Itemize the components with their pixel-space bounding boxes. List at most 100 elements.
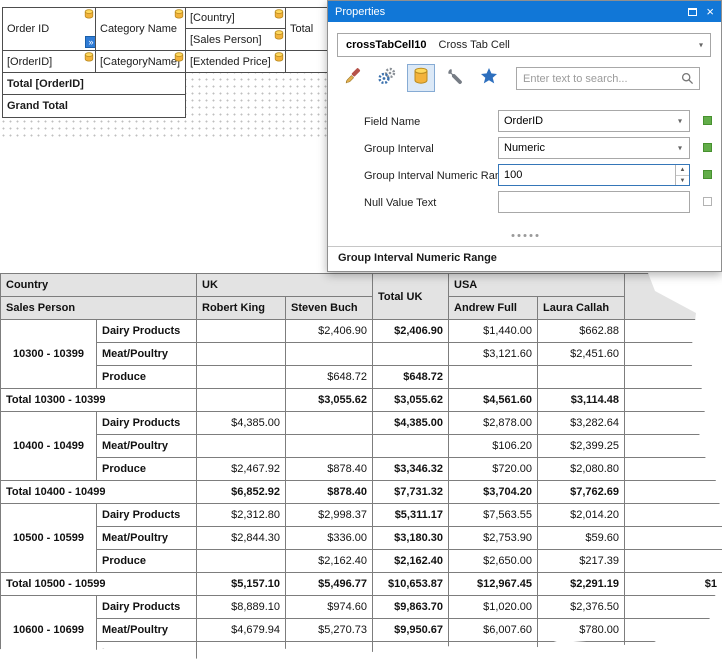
cell-label: [CategoryName] [100,56,180,68]
value-cell [286,412,373,435]
panel-title: Properties [335,6,688,18]
splitter-handle[interactable] [511,234,538,237]
value-cell: $3,055.62 [373,389,449,412]
value-cell: $3,114.48 [538,389,625,412]
restore-icon[interactable] [688,8,697,16]
crosstab-cell-country[interactable]: [Country] [185,7,286,29]
null-value-text-input[interactable] [504,196,684,208]
value-cell: $2,467.92 [197,458,286,481]
table-row: Meat/Poultry $4,679.94 $5,270.73 $9,950.… [1,619,722,642]
value-cell: $3,704.20 [449,481,538,504]
category-cell: Meat/Poultry [97,343,197,366]
value-cell [625,320,722,343]
category-cell: Produce [97,642,197,665]
value-cell [197,389,286,412]
header-country: Country [1,274,197,297]
value-cell [538,366,625,389]
value-cell [625,412,722,435]
value-cell: $648.72 [286,366,373,389]
value-cell [373,435,449,458]
value-cell: $59.60 [538,527,625,550]
value-cell: $2,650.00 [449,550,538,573]
value-cell: $878.40 [286,458,373,481]
value-cell: $5,311.17 [373,504,449,527]
value-cell [625,343,722,366]
chevron-down-icon: ▾ [678,144,682,153]
crosstab-cell-order-id[interactable]: Order ID » [2,7,96,51]
range-cell: 10500 - 10599 [1,504,97,573]
crosstab-cell-extendedprice-field[interactable]: [Extended Price] [185,50,286,73]
crosstab-cell-categoryname-field[interactable]: [CategoryName] [95,50,186,73]
null-value-text-label: Null Value Text [364,197,436,209]
value-cell: $2,399.25 [538,435,625,458]
value-cell [625,619,722,642]
favorites-tab[interactable] [475,64,503,92]
total-row: Total 10400 - 10499 $6,852.92 $878.40 $7… [1,481,722,504]
property-search-box [516,67,700,90]
close-icon[interactable]: × [706,5,714,18]
crosstab-cell-total-orderid[interactable]: Total [OrderID] [2,72,186,95]
field-binding-icon [84,9,94,19]
header-partial-column [625,274,722,320]
spin-up-icon[interactable]: ▲ [676,165,689,176]
value-cell: $2,312.80 [197,504,286,527]
field-name-label: Field Name [364,116,420,128]
field-name-editor[interactable]: OrderID ▾ [498,110,690,132]
value-cell: $10,653.87 [373,573,449,596]
value-cell: $4,385.00 [197,412,286,435]
group-interval-editor[interactable]: Numeric ▾ [498,137,690,159]
property-set-indicator [703,116,712,125]
property-row-field-name: Field Name OrderID ▾ [328,109,721,134]
value-cell: $2,753.90 [449,527,538,550]
properties-toolbar [339,64,503,92]
field-binding-icon [274,9,284,19]
value-cell: $3,121.60 [449,343,538,366]
value-cell: $9,863.70 [373,596,449,619]
total-label-cell: Total 10400 - 10499 [1,481,197,504]
spin-down-icon[interactable]: ▼ [676,176,689,186]
appearance-tab[interactable] [339,64,367,92]
value-cell: $2,080.80 [538,458,625,481]
header-steven-buch: Steven Buch [286,297,373,320]
value-cell: $4,561.60 [449,389,538,412]
chevron-down-icon: ▾ [678,117,682,126]
value-cell [625,458,722,481]
header-row-country: Country UK Total UK USA [1,274,722,297]
properties-titlebar[interactable]: Properties × [328,1,721,22]
properties-panel: Properties × crossTabCell10 Cross Tab Ce… [327,0,722,272]
search-input[interactable] [517,73,681,85]
value-cell: $7,762.69 [538,481,625,504]
property-set-indicator [703,143,712,152]
category-cell: Produce [97,458,197,481]
header-laura-callah: Laura Callah [538,297,625,320]
value-cell: $974.60 [286,596,373,619]
value-cell [197,550,286,573]
value-cell [286,435,373,458]
table-row: 10400 - 10499 Dairy Products $4,385.00 $… [1,412,722,435]
value-cell: $662.88 [538,320,625,343]
behavior-tab[interactable] [373,64,401,92]
total-label-cell: Total 10500 - 10599 [1,573,197,596]
object-selector-dropdown[interactable]: crossTabCell10 Cross Tab Cell ▾ [337,33,711,57]
value-cell [197,320,286,343]
star-icon [480,67,498,90]
crosstab-cell-sales-person[interactable]: [Sales Person] [185,28,286,51]
value-cell [373,642,449,665]
table-row: Produce $2,467.92 $878.40 $3,346.32 $720… [1,458,722,481]
numeric-range-input[interactable] [499,169,675,181]
total-row: Total 10500 - 10599 $5,157.10 $5,496.77 … [1,573,722,596]
crosstab-cell-grand-total[interactable]: Grand Total [2,94,186,118]
field-binding-icon [274,30,284,40]
crosstab-cell-category-name[interactable]: Category Name [95,7,186,51]
value-cell: $2,291.19 [538,573,625,596]
value-cell [625,481,722,504]
value-cell [373,343,449,366]
database-icon [413,67,429,90]
header-total-uk: Total UK [373,274,449,320]
value-cell: $720.00 [449,458,538,481]
crosstab-cell-orderid-field[interactable]: [OrderID] [2,50,96,73]
cell-label: [Country] [190,12,235,24]
data-tab[interactable] [407,64,435,92]
cell-label: Total [290,23,313,35]
layout-tab[interactable] [441,64,469,92]
